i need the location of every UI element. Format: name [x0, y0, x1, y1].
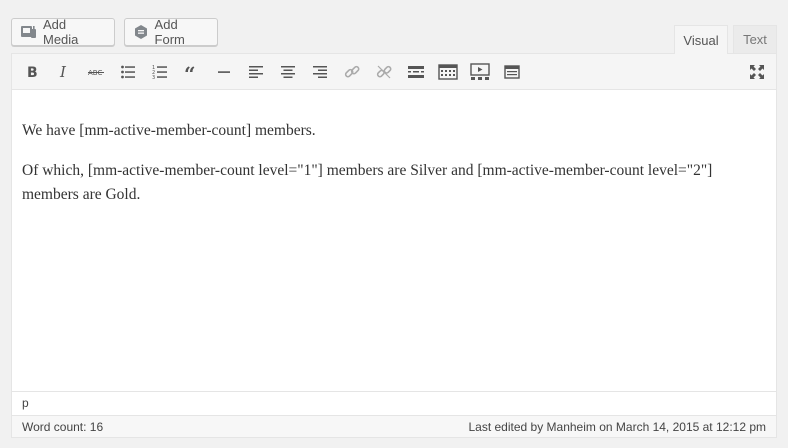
remove-link-button[interactable]	[370, 58, 398, 86]
blockquote-button[interactable]: “	[178, 58, 206, 86]
add-form-label: Add Form	[154, 17, 185, 47]
add-form-button[interactable]: Add Form	[124, 17, 218, 47]
numbered-list-button[interactable]: 1 2 3	[146, 58, 174, 86]
strikethrough-button[interactable]: ABC	[82, 58, 110, 86]
align-center-icon	[281, 66, 295, 78]
add-media-label: Add Media	[43, 17, 79, 47]
tab-text[interactable]: Text	[733, 25, 777, 53]
italic-button[interactable]: I	[50, 58, 78, 86]
bullet-list-button[interactable]	[114, 58, 142, 86]
tab-text-label: Text	[743, 32, 767, 47]
toolbar-toggle-button[interactable]	[434, 58, 462, 86]
numbered-list-icon: 1 2 3	[152, 65, 167, 80]
fullscreen-icon	[750, 65, 764, 79]
align-left-button[interactable]	[242, 58, 270, 86]
media-embed-icon	[470, 63, 490, 80]
formatting-toolbar: B I ABC 1 2 3 “	[12, 54, 776, 90]
bold-icon: B	[27, 65, 38, 80]
svg-text:I: I	[59, 64, 67, 80]
toolbar-toggle-icon	[438, 64, 458, 80]
align-right-button[interactable]	[306, 58, 334, 86]
align-center-button[interactable]	[274, 58, 302, 86]
bullet-list-icon	[121, 65, 135, 79]
italic-icon: I	[59, 64, 67, 80]
horizontal-line-icon	[218, 71, 230, 73]
last-edited: Last edited by Manheim on March 14, 2015…	[468, 420, 766, 434]
insert-more-button[interactable]	[402, 58, 430, 86]
horizontal-line-button[interactable]	[210, 58, 238, 86]
content-paragraph: Of which, [mm-active-member-count level=…	[22, 162, 713, 203]
fullscreen-button[interactable]	[743, 58, 771, 86]
align-left-icon	[249, 66, 263, 78]
insert-link-button[interactable]	[338, 58, 366, 86]
content-paragraph: We have [mm-active-member-count] members…	[22, 122, 316, 139]
strikethrough-icon: ABC	[88, 69, 104, 77]
editor-statusbar: Word count: 16 Last edited by Manheim on…	[12, 415, 776, 437]
path-element-p[interactable]: p	[22, 396, 29, 410]
editor-container: B I ABC 1 2 3 “	[11, 53, 777, 438]
form-icon	[504, 65, 520, 79]
svg-text:B: B	[27, 65, 38, 80]
tab-visual-label: Visual	[683, 32, 719, 48]
media-embed-button[interactable]	[466, 58, 494, 86]
bold-button[interactable]: B	[18, 58, 46, 86]
media-icon	[20, 23, 38, 41]
align-right-icon	[313, 66, 327, 78]
element-path: p	[12, 391, 776, 416]
editor-topbar: Add Media Add Form Visual Text	[0, 0, 788, 54]
svg-text:“: “	[184, 64, 196, 80]
insert-more-icon	[408, 66, 424, 78]
svg-text:3: 3	[152, 75, 155, 80]
remove-link-icon	[376, 65, 392, 79]
add-media-button[interactable]: Add Media	[11, 17, 115, 47]
blockquote-icon: “	[184, 64, 196, 80]
insert-link-icon	[344, 65, 360, 78]
form-icon	[133, 23, 150, 41]
word-count: Word count: 16	[22, 420, 104, 434]
form-insert-button[interactable]	[498, 58, 526, 86]
editor-content[interactable]: We have [mm-active-member-count] members…	[12, 91, 776, 391]
tab-visual[interactable]: Visual	[674, 25, 728, 54]
